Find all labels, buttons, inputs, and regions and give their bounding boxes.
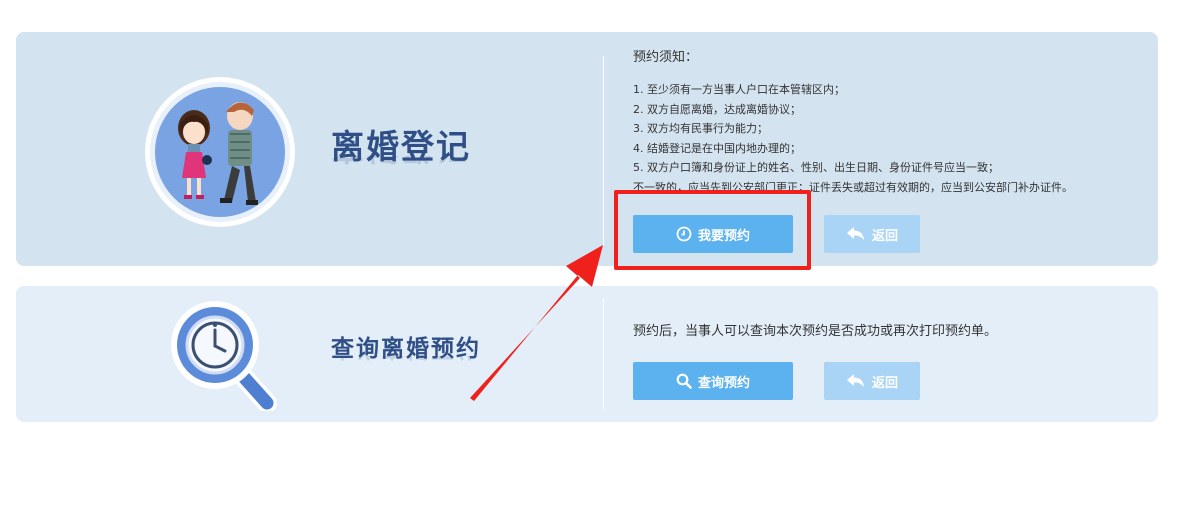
notice-item: 5. 双方户口簿和身份证上的姓名、性别、出生日期、身份证件号应当一致；	[633, 161, 999, 174]
back-button[interactable]: 返回	[824, 362, 920, 400]
query-description: 预约后，当事人可以查询本次预约是否成功或再次打印预约单。	[633, 324, 998, 339]
heading-reflection: 离婚登记	[331, 156, 471, 174]
notice-item: 2. 双方自愿离婚，达成离婚协议；	[633, 102, 801, 116]
notice-item: 3. 双方均有民事行为能力；	[633, 122, 768, 135]
back-button-label: 返回	[871, 375, 898, 391]
back-button-label: 返回	[871, 228, 898, 244]
divorce-registration-panel: 离婚登记 离婚登记 预约须知： 1. 至少须有一方当事人户口在本管辖区内； 2.…	[16, 32, 1158, 266]
notice-title: 预约须知：	[633, 50, 699, 65]
divider	[603, 56, 604, 246]
notice-item: 4. 结婚登记是在中国内地办理的；	[633, 141, 801, 155]
magnifier-clock-illustration	[171, 301, 277, 411]
highlight-box	[614, 190, 811, 270]
query-appointment-button[interactable]: 查询预约	[633, 362, 793, 400]
notice-item: 1. 至少须有一方当事人户口在本管辖区内；	[633, 83, 845, 96]
return-arrow-icon	[846, 374, 864, 387]
couple-illustration	[145, 77, 295, 227]
divider	[603, 298, 604, 410]
search-icon	[676, 373, 692, 389]
notice-list: 1. 至少须有一方当事人户口在本管辖区内； 2. 双方自愿离婚，达成离婚协议； …	[633, 80, 1073, 197]
query-appointment-panel: 查询离婚预约 查询离婚预约 预约后，当事人可以查询本次预约是否成功或再次打印预约…	[16, 286, 1158, 422]
heading-reflection: 查询离婚预约	[331, 356, 481, 368]
back-button[interactable]: 返回	[824, 215, 920, 253]
return-arrow-icon	[846, 227, 864, 240]
query-button-label: 查询预约	[697, 375, 750, 391]
